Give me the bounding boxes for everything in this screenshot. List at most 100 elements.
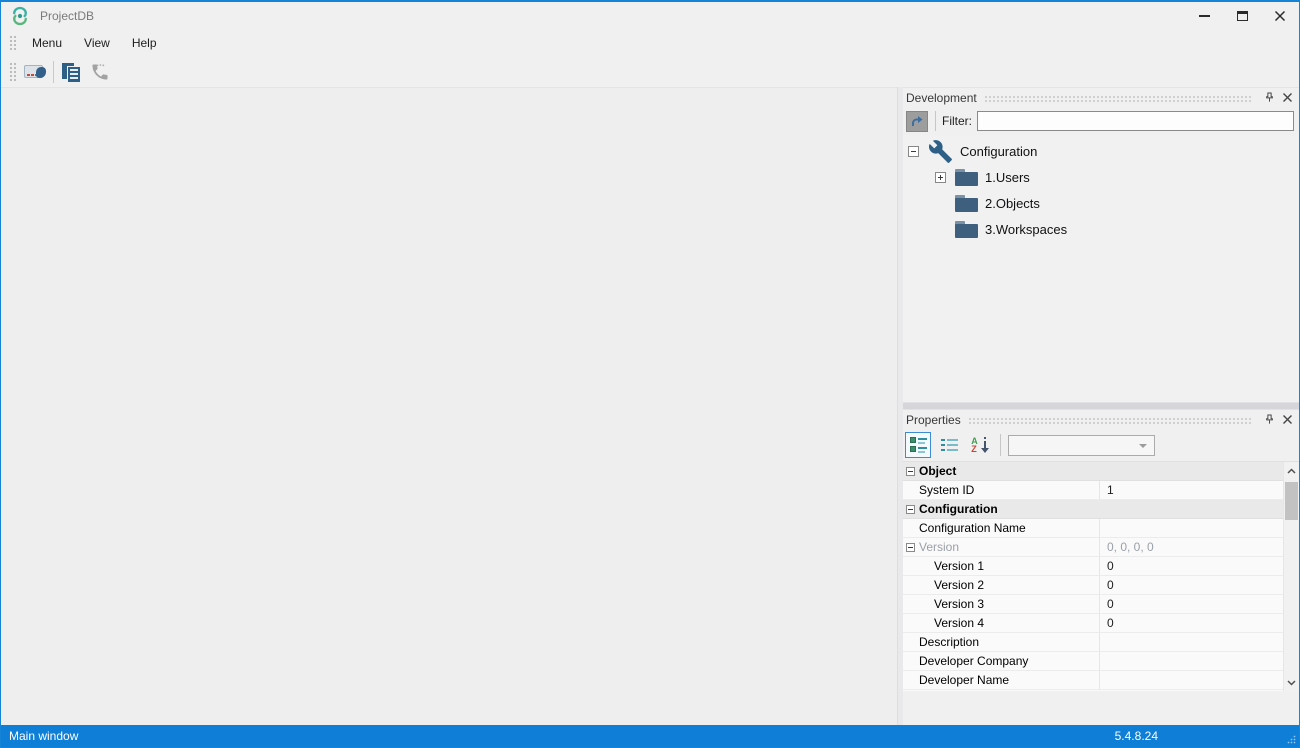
property-row-version[interactable]: Version 0, 0, 0, 0 bbox=[903, 538, 1283, 557]
properties-toolbar-separator bbox=[1000, 434, 1001, 456]
property-row-version-2[interactable]: Version 2 0 bbox=[903, 576, 1283, 595]
property-value[interactable]: 1 bbox=[1100, 481, 1283, 499]
phone-tool-button[interactable] bbox=[87, 59, 113, 85]
development-panel-title: Development bbox=[906, 91, 977, 105]
toolbar-grip[interactable] bbox=[9, 62, 17, 82]
property-row-configuration-name[interactable]: Configuration Name bbox=[903, 519, 1283, 538]
property-label: Version 1 bbox=[917, 559, 984, 573]
tree-item-configuration[interactable]: Configuration bbox=[903, 138, 1299, 164]
toolbar-separator bbox=[53, 61, 54, 83]
folder-icon bbox=[955, 221, 978, 238]
collapse-expander[interactable] bbox=[908, 146, 919, 157]
maximize-icon bbox=[1237, 11, 1248, 21]
status-bar: Main window 5.4.8.24 bbox=[1, 725, 1299, 747]
property-row-system-id[interactable]: System ID 1 bbox=[903, 481, 1283, 500]
documents-tool-button[interactable] bbox=[59, 59, 85, 85]
tree-item-workspaces[interactable]: 3.Workspaces bbox=[903, 216, 1299, 242]
pin-button[interactable] bbox=[1261, 412, 1277, 427]
property-value[interactable]: 0, 0, 0, 0 bbox=[1100, 538, 1283, 556]
menu-item-help[interactable]: Help bbox=[121, 30, 168, 57]
apply-filter-button[interactable] bbox=[906, 111, 928, 132]
app-logo-icon bbox=[10, 6, 30, 26]
minimize-icon bbox=[1199, 15, 1210, 17]
client-area bbox=[1, 87, 897, 725]
tree-item-users[interactable]: 1.Users bbox=[903, 164, 1299, 190]
property-row-version-1[interactable]: Version 1 0 bbox=[903, 557, 1283, 576]
chevron-up-icon bbox=[1287, 468, 1296, 474]
minimize-button[interactable] bbox=[1185, 2, 1223, 30]
maximize-button[interactable] bbox=[1223, 2, 1261, 30]
scrollbar-thumb[interactable] bbox=[1285, 482, 1298, 520]
category-value bbox=[1100, 500, 1283, 518]
property-value[interactable] bbox=[1100, 633, 1283, 651]
collapse-expander[interactable] bbox=[906, 467, 915, 476]
properties-close-button[interactable] bbox=[1279, 412, 1295, 427]
category-label: Object bbox=[917, 464, 956, 478]
horizontal-splitter[interactable] bbox=[903, 402, 1299, 410]
property-value[interactable] bbox=[1100, 652, 1283, 670]
chevron-down-icon bbox=[1139, 444, 1147, 448]
sort-az-button[interactable]: AZ bbox=[967, 432, 993, 458]
filter-bar: Filter: bbox=[903, 107, 1299, 135]
close-icon bbox=[1282, 92, 1293, 103]
resize-grip-icon[interactable] bbox=[1287, 735, 1296, 744]
property-row-version-3[interactable]: Version 3 0 bbox=[903, 595, 1283, 614]
close-button[interactable] bbox=[1261, 2, 1299, 30]
pin-button[interactable] bbox=[1261, 90, 1277, 105]
filter-input[interactable] bbox=[977, 111, 1294, 131]
property-row-developer-name[interactable]: Developer Name bbox=[903, 671, 1283, 690]
property-grid: Object System ID 1 Configuration bbox=[903, 461, 1299, 691]
menu-item-menu[interactable]: Menu bbox=[21, 30, 73, 57]
category-row-configuration[interactable]: Configuration bbox=[903, 500, 1283, 519]
scroll-down-button[interactable] bbox=[1284, 674, 1299, 691]
toolbar bbox=[1, 57, 1299, 87]
category-value bbox=[1100, 462, 1283, 480]
menubar-grip[interactable] bbox=[9, 35, 17, 52]
property-value[interactable] bbox=[1100, 671, 1283, 689]
phone-icon bbox=[89, 62, 111, 82]
property-value[interactable]: 0 bbox=[1100, 557, 1283, 575]
collapse-expander[interactable] bbox=[906, 505, 915, 514]
pin-icon bbox=[1263, 91, 1276, 104]
alphabetical-view-button[interactable] bbox=[936, 432, 962, 458]
property-row-developer-company[interactable]: Developer Company bbox=[903, 652, 1283, 671]
alphabetical-icon bbox=[941, 439, 958, 451]
chevron-down-icon bbox=[1287, 680, 1296, 686]
documents-icon bbox=[62, 63, 82, 82]
folder-icon bbox=[955, 195, 978, 212]
development-close-button[interactable] bbox=[1279, 90, 1295, 105]
properties-panel-filler bbox=[903, 691, 1299, 725]
property-value[interactable]: 0 bbox=[1100, 595, 1283, 613]
collapse-expander[interactable] bbox=[906, 543, 915, 552]
expand-expander[interactable] bbox=[935, 172, 946, 183]
status-text: Main window bbox=[9, 729, 78, 743]
menu-item-view[interactable]: View bbox=[73, 30, 121, 57]
properties-panel-title: Properties bbox=[906, 413, 961, 427]
property-value[interactable] bbox=[1100, 519, 1283, 537]
category-row-object[interactable]: Object bbox=[903, 462, 1283, 481]
filterbar-separator bbox=[935, 111, 936, 131]
categorized-icon bbox=[910, 437, 927, 453]
properties-toolbar: AZ bbox=[903, 429, 1299, 461]
close-icon bbox=[1274, 10, 1286, 22]
scroll-up-button[interactable] bbox=[1284, 462, 1299, 479]
property-row-description[interactable]: Description bbox=[903, 633, 1283, 652]
property-value[interactable]: 0 bbox=[1100, 614, 1283, 632]
category-label: Configuration bbox=[917, 502, 998, 516]
property-value[interactable]: 0 bbox=[1100, 576, 1283, 594]
main-area: Development bbox=[1, 87, 1299, 725]
app-window: ProjectDB Menu View Help bbox=[0, 0, 1300, 748]
property-label: Version 4 bbox=[917, 616, 984, 630]
card-tool-button[interactable] bbox=[22, 59, 48, 85]
development-panel: Development bbox=[903, 88, 1299, 402]
categorized-view-button[interactable] bbox=[905, 432, 931, 458]
properties-panel: Properties bbox=[903, 410, 1299, 725]
property-grid-scrollbar[interactable] bbox=[1283, 462, 1299, 691]
wrench-icon bbox=[928, 139, 953, 164]
tree-item-objects[interactable]: 2.Objects bbox=[903, 190, 1299, 216]
window-title: ProjectDB bbox=[40, 9, 94, 23]
property-selector-combobox[interactable] bbox=[1008, 435, 1155, 456]
property-label: Version 2 bbox=[917, 578, 984, 592]
property-row-version-4[interactable]: Version 4 0 bbox=[903, 614, 1283, 633]
properties-panel-header: Properties bbox=[903, 410, 1299, 429]
